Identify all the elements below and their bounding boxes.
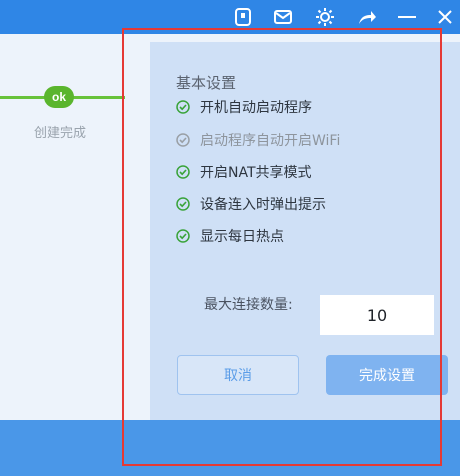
option-auto-wifi[interactable]: 启动程序自动开启WiFi <box>176 130 340 150</box>
share-icon[interactable] <box>356 6 378 28</box>
check-circle-icon <box>176 165 190 179</box>
step-label: 创建完成 <box>33 126 86 141</box>
option-label: 设备连入时弹出提示 <box>200 197 326 213</box>
cancel-button[interactable]: 取消 <box>177 355 299 395</box>
option-autostart[interactable]: 开机自动启动程序 <box>176 97 312 117</box>
option-daily-hotspot[interactable]: 显示每日热点 <box>176 226 284 246</box>
mail-icon[interactable] <box>272 6 294 28</box>
finish-settings-button[interactable]: 完成设置 <box>326 355 448 395</box>
max-connections-input[interactable]: 10 <box>320 295 434 335</box>
device-icon[interactable] <box>232 6 254 28</box>
option-label: 开启NAT共享模式 <box>200 165 312 181</box>
check-circle-icon <box>176 133 190 147</box>
title-bar <box>0 0 460 34</box>
option-nat[interactable]: 开启NAT共享模式 <box>176 162 312 182</box>
check-circle-icon <box>176 197 190 211</box>
ok-badge: ok <box>44 86 74 108</box>
settings-title: 基本设置 <box>176 74 237 92</box>
gear-icon[interactable] <box>314 6 336 28</box>
bottom-bar <box>0 420 460 476</box>
check-circle-icon <box>176 100 190 114</box>
option-label: 开机自动启动程序 <box>200 100 312 116</box>
option-label: 显示每日热点 <box>200 229 284 245</box>
option-label: 启动程序自动开启WiFi <box>200 133 341 149</box>
option-connect-prompt[interactable]: 设备连入时弹出提示 <box>176 194 326 214</box>
close-icon[interactable] <box>434 6 456 28</box>
minimize-icon[interactable] <box>396 6 418 28</box>
max-connections-label: 最大连接数量: <box>204 297 293 313</box>
check-circle-icon <box>176 229 190 243</box>
